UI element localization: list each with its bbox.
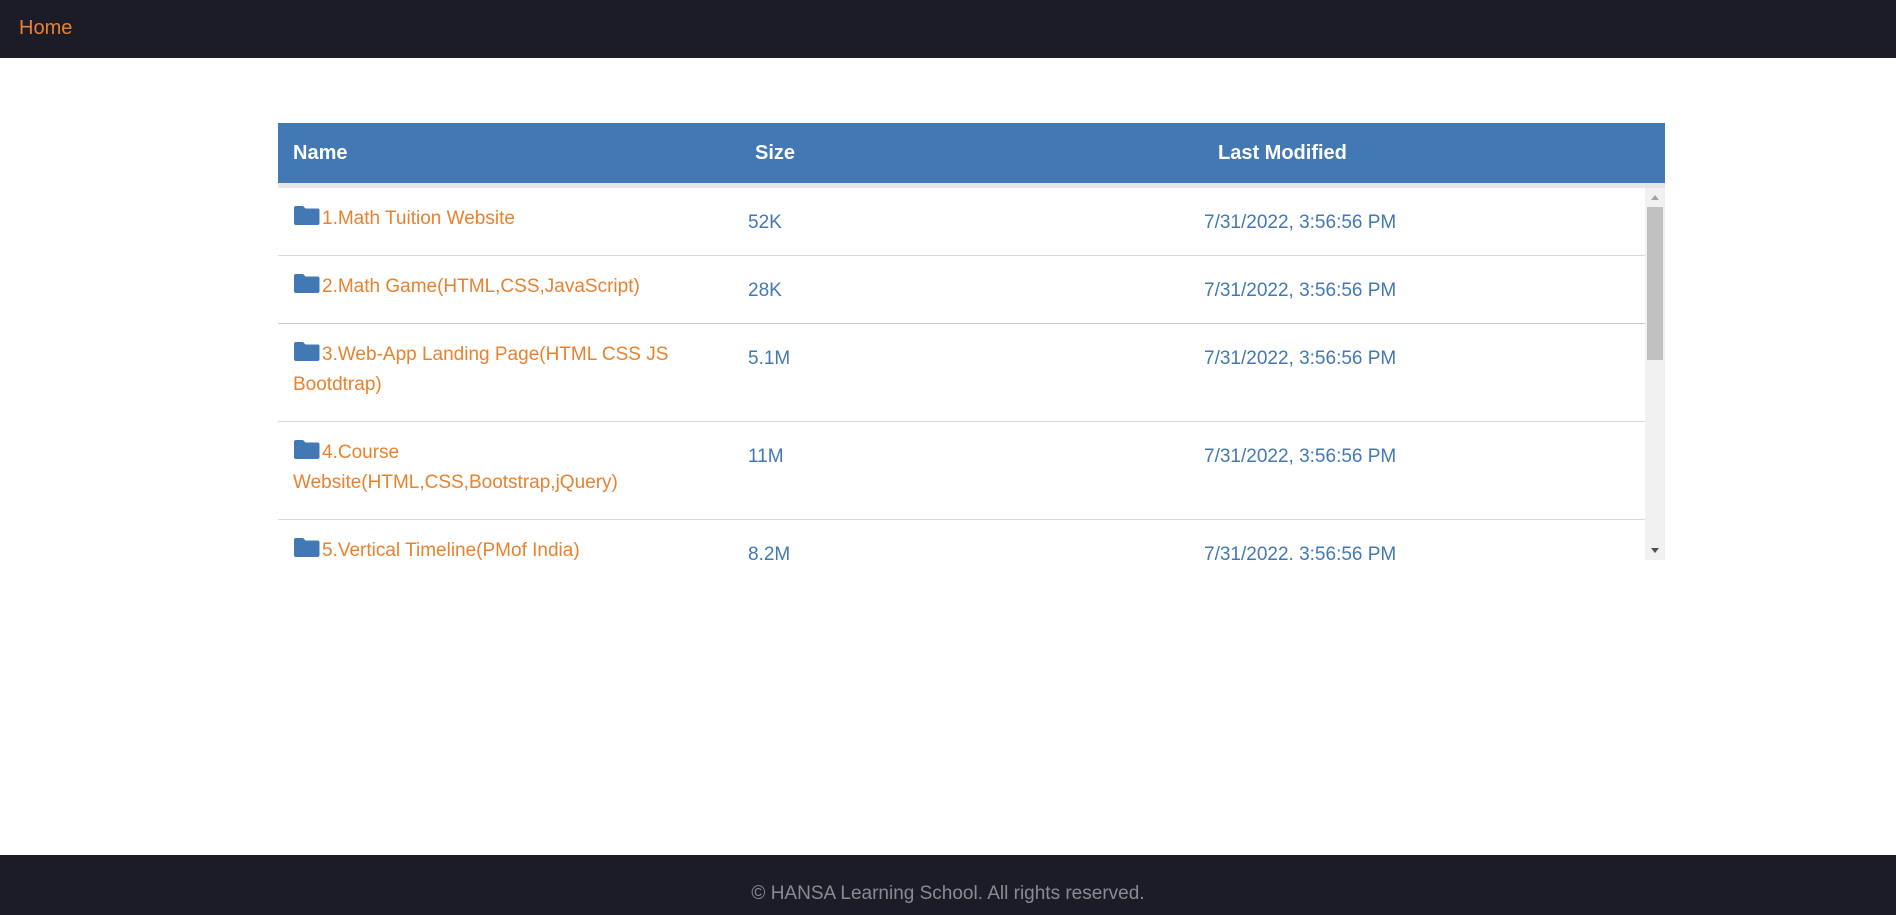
table-row[interactable]: 2.Math Game(HTML,CSS,JavaScript) 28K 7/3… [278,256,1645,324]
scroll-down-arrow-icon[interactable] [1645,542,1665,560]
row-modified: 7/31/2022, 3:56:56 PM [1204,212,1397,233]
row-name-link[interactable]: 5.Vertical Timeline(PMof India) [293,536,713,560]
row-size: 52K [748,212,782,233]
folder-icon [293,273,320,293]
row-size: 8.2M [748,544,791,560]
table-row[interactable]: 3.Web-App Landing Page(HTML CSS JS Bootd… [278,324,1645,422]
row-name-text[interactable]: 1.Math Tuition Website [322,208,515,229]
row-name-link[interactable]: 1.Math Tuition Website [293,204,713,234]
table-row[interactable]: 5.Vertical Timeline(PMof India) 8.2M 7/3… [278,520,1645,560]
column-header-last-modified[interactable]: Last Modified [1218,142,1347,165]
top-navbar: Home [0,0,1896,58]
scrollbar-thumb[interactable] [1647,207,1663,360]
row-modified: 7/31/2022, 3:56:56 PM [1204,446,1397,467]
row-name-text[interactable]: 4.Course Website(HTML,CSS,Bootstrap,jQue… [293,442,618,493]
row-modified: 7/31/2022, 3:56:56 PM [1204,348,1397,369]
row-modified: 7/31/2022, 3:56:56 PM [1204,544,1397,560]
table-row[interactable]: 4.Course Website(HTML,CSS,Bootstrap,jQue… [278,422,1645,520]
row-size: 5.1M [748,348,791,369]
folder-icon [293,537,320,557]
file-table: Name Size Last Modified 1.Math Tuition W… [278,123,1665,560]
folder-icon [293,439,320,459]
copyright-text: © HANSA Learning School. All rights rese… [751,883,1145,904]
home-link[interactable]: Home [19,17,72,40]
table-header: Name Size Last Modified [278,123,1665,183]
row-size: 11M [748,446,784,467]
row-modified: 7/31/2022, 3:56:56 PM [1204,280,1397,301]
row-name-text[interactable]: 2.Math Game(HTML,CSS,JavaScript) [322,276,640,297]
table-rows: 1.Math Tuition Website 52K 7/31/2022, 3:… [278,188,1645,560]
table-row[interactable]: 1.Math Tuition Website 52K 7/31/2022, 3:… [278,188,1645,256]
row-size: 28K [748,280,782,301]
table-body[interactable]: 1.Math Tuition Website 52K 7/31/2022, 3:… [278,188,1665,560]
column-header-size[interactable]: Size [755,142,795,165]
row-name-link[interactable]: 4.Course Website(HTML,CSS,Bootstrap,jQue… [293,438,713,498]
folder-icon [293,205,320,225]
row-name-text[interactable]: 5.Vertical Timeline(PMof India) [322,540,580,560]
row-name-link[interactable]: 2.Math Game(HTML,CSS,JavaScript) [293,272,713,302]
row-name-text[interactable]: 3.Web-App Landing Page(HTML CSS JS Bootd… [293,344,668,395]
scroll-up-arrow-icon[interactable] [1645,188,1665,206]
vertical-scrollbar[interactable] [1645,188,1665,560]
column-header-name[interactable]: Name [293,142,347,165]
row-name-link[interactable]: 3.Web-App Landing Page(HTML CSS JS Bootd… [293,340,713,400]
footer: © HANSA Learning School. All rights rese… [0,855,1896,915]
folder-icon [293,341,320,361]
